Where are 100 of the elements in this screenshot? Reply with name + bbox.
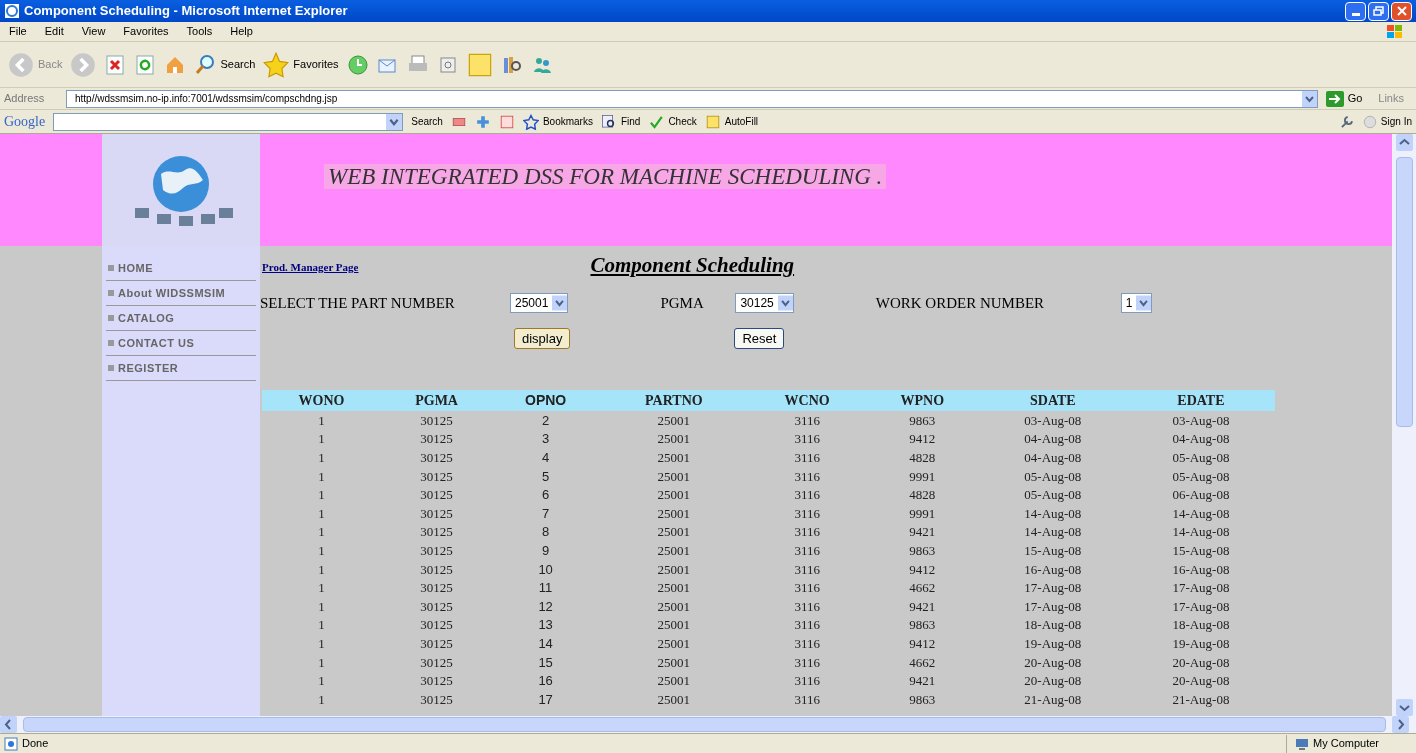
table-cell-text: 14-Aug-08 [1171,504,1231,523]
table-cell-text: 9863 [908,616,937,635]
nav-link[interactable]: HOME [106,256,256,281]
table-cell-text: 25001 [656,560,692,579]
zone-text: My Computer [1313,736,1380,752]
menu-item[interactable]: Help [221,23,262,40]
table-cell-text: 3116 [793,579,821,597]
table-cell-text: 9991 [908,467,937,486]
scrollbar-thumb[interactable] [1395,157,1413,427]
table-cell-text: 3116 [793,560,821,579]
dropdown[interactable]: 1 [1120,293,1153,313]
manager-page-link[interactable]: Prod. Manager Page [262,259,359,276]
dropdown[interactable]: 30125 [735,293,794,313]
menu-item[interactable]: Tools [177,23,222,40]
table-cell-text: 30125 [419,430,454,449]
menu-item[interactable]: View [72,23,115,40]
table-cell-text: 1 [317,449,326,467]
dropdown[interactable]: 25001 [510,293,569,313]
bookmarks-button[interactable]: Bookmarks [522,113,593,130]
table-cell-text: 20-Aug-08 [1023,672,1083,690]
table-cell-text: 30125 [419,504,454,523]
restore-icon [1373,6,1384,16]
scroll-left-icon[interactable] [0,716,17,733]
table-cell-text: 05-Aug-08 [1171,467,1231,486]
bullet-icon [108,290,114,296]
table-cell-text: 05-Aug-08 [1023,467,1083,486]
form-button[interactable]: display [514,327,571,349]
search-button[interactable]: Search [194,53,256,76]
stop-button[interactable] [104,53,127,76]
table-cell-text: 1 [317,486,326,504]
form-button[interactable]: Reset [734,327,785,349]
scroll-down-icon[interactable] [1395,699,1413,716]
table-cell-text: 4828 [908,486,937,504]
refresh-button[interactable] [134,53,157,76]
table-cell: 25001 [599,411,749,430]
find-button[interactable]: Find [600,113,641,130]
note-icon [466,51,493,78]
table-cell-text: 17-Aug-08 [1023,597,1083,616]
table-cell-text: 1 [317,672,326,690]
table-cell-text: 30125 [419,579,454,597]
table-cell-text: 9421 [908,672,937,690]
table-cell: 1 [262,411,382,430]
table-cell-text: 1 [317,634,326,653]
minimize-button[interactable] [1345,1,1366,21]
sign-in-button[interactable]: Sign In [1362,114,1412,129]
table-cell-text: 21-Aug-08 [1023,690,1083,709]
favorites-button[interactable]: Favorites [263,51,339,78]
table-cell-text: 1 [317,523,326,542]
notes-button[interactable] [466,51,493,78]
table-cell: 2 [492,411,600,430]
nav-link[interactable]: CONTACT US [106,331,256,356]
close-button[interactable] [1391,1,1412,21]
menu-item[interactable]: Favorites [114,23,178,40]
table-cell-text: 19-Aug-08 [1023,634,1083,653]
table-cell-text: 9991 [908,504,937,523]
menu-item[interactable]: Edit [35,23,73,40]
table-cell-text: 25001 [656,672,692,690]
table-cell-text: 7 [541,504,551,523]
scroll-up-icon[interactable] [1395,134,1413,151]
table-cell-text: 16-Aug-08 [1171,560,1231,579]
table-cell-text: 30125 [419,690,454,709]
table-cell-text: 30125 [419,653,454,672]
nav-link[interactable]: About WIDSSMSIM [106,281,256,306]
google-search-field[interactable] [53,112,404,131]
table-cell-text: 3116 [793,541,821,560]
table-cell-text: 25001 [656,653,692,672]
table-cell-text: 11 [537,579,554,597]
bullet-icon [108,265,114,271]
google-search-button[interactable]: Search [411,114,443,129]
table-cell-text: 3116 [793,690,821,709]
maximize-button[interactable] [1368,1,1389,21]
scroll-right-icon[interactable] [1392,716,1409,733]
table-cell: 03-Aug-08 [1126,411,1275,430]
table-cell-text: 30125 [419,541,454,560]
stop-icon [104,53,127,76]
check-button[interactable]: Check [648,113,697,130]
table-cell-text: 9863 [908,690,937,709]
clock-icon [346,53,369,76]
scrollbar-thumb[interactable] [23,717,1386,732]
browser-icon [4,3,20,19]
table-cell-text: 25001 [656,597,692,616]
table-cell-text: 05-Aug-08 [1023,486,1083,504]
table-cell-text: 30125 [419,672,454,690]
history-button[interactable] [346,53,369,76]
menu-item[interactable]: File [0,23,36,40]
table-cell-text: 1 [317,597,326,616]
table-cell-text: 3116 [793,486,821,504]
nav-link[interactable]: REGISTER [106,356,256,381]
go-button[interactable]: Go [1321,90,1367,107]
table-cell-text: 19-Aug-08 [1171,634,1231,653]
table-cell-text: 4662 [908,579,937,597]
table-cell-text: 25001 [656,467,692,486]
address-field[interactable]: http//wdssmsim.no-ip.info:7001/wdssmsim/compschdng.jsp [66,89,1318,108]
nav-link[interactable]: CATALOG [106,306,256,331]
table-cell-text: 1 [317,467,326,486]
forward-button[interactable] [70,51,97,78]
close-icon [1396,6,1407,16]
autofill-button[interactable]: AutoFill [704,113,759,130]
minimize-icon [1351,12,1360,16]
field-label: PGMA [660,293,705,313]
